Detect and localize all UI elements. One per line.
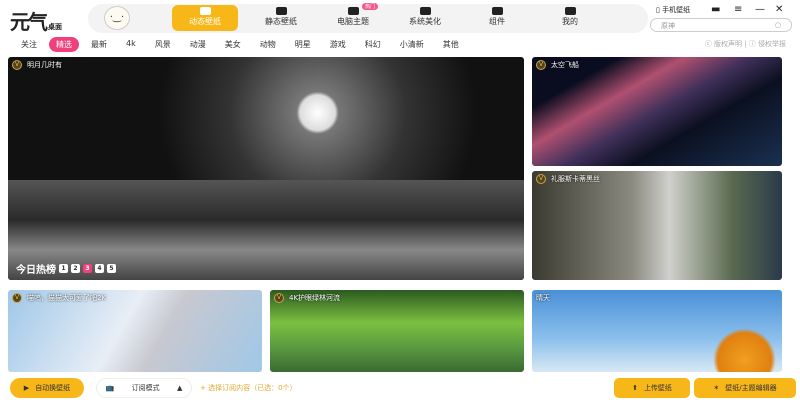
page-button[interactable]: 5 <box>107 264 116 273</box>
tv-icon: 📺 <box>105 384 115 392</box>
auto-change-button[interactable]: ▶ 自动换壁纸 <box>10 378 84 398</box>
select-subscription-link[interactable]: + 选择订阅内容（已选：0个） <box>200 378 297 398</box>
copyright-links: ⓒ 版权声明 | ⓘ 侵权举报 <box>704 40 786 48</box>
category-item[interactable]: 4k <box>119 37 143 52</box>
editor-button[interactable]: ✶ 壁纸/主题编辑器 <box>694 378 796 398</box>
gear-icon <box>419 7 431 15</box>
page-button[interactable]: 4 <box>95 264 104 273</box>
close-icon[interactable]: ✕ <box>775 4 783 15</box>
mobile-wallpaper-button[interactable]: ▯ 手机壁纸 <box>656 5 690 15</box>
hot-badge: 热门 <box>361 3 378 10</box>
page-button[interactable]: 1 <box>59 264 68 273</box>
hot-ranking: 今日热榜 12345 <box>16 261 116 276</box>
app-logo: 元气 桌面 <box>10 10 62 34</box>
widget-icon <box>491 7 503 15</box>
category-item[interactable]: 风景 <box>148 37 178 52</box>
category-item[interactable]: 最新 <box>84 37 114 52</box>
category-item[interactable]: 科幻 <box>358 37 388 52</box>
play-icon: ▶ <box>23 384 30 392</box>
category-item[interactable]: 明星 <box>288 37 318 52</box>
vip-icon: V <box>12 293 22 303</box>
wallpaper-tile[interactable]: 晴天 <box>532 290 782 372</box>
wallpaper-tile[interactable]: V 4K护眼绿林河流 <box>270 290 524 372</box>
avatar[interactable]: ·‿· <box>104 6 130 30</box>
hot-label: 今日热榜 <box>16 265 56 276</box>
tile-title: 4K护眼绿林河流 <box>289 294 341 302</box>
play-icon <box>199 7 211 15</box>
tab-dynamic-wallpaper[interactable]: 动态壁纸 <box>172 5 238 31</box>
user-icon <box>564 7 576 15</box>
category-item[interactable]: 动物 <box>253 37 283 52</box>
tab-widgets[interactable]: 组件 <box>464 5 530 31</box>
upload-wallpaper-button[interactable]: ⬆ 上传壁纸 <box>614 378 690 398</box>
subscription-mode-select[interactable]: 📺 订阅模式 ▲ <box>96 378 192 398</box>
menu-icon[interactable]: ≡ <box>734 4 742 15</box>
category-item[interactable]: 其他 <box>436 37 466 52</box>
image-icon <box>275 7 287 15</box>
upload-icon: ⬆ <box>632 384 638 392</box>
tile-title: 太空飞船 <box>551 61 579 69</box>
page-button[interactable]: 2 <box>71 264 80 273</box>
vip-icon: V <box>536 60 546 70</box>
magic-wand-icon: ✶ <box>713 384 720 392</box>
category-item[interactable]: 美女 <box>218 37 248 52</box>
wallpaper-tile-featured[interactable]: V 明月几时有 今日热榜 12345 <box>8 57 524 280</box>
tab-theme[interactable]: 电脑主题 热门 <box>320 3 386 31</box>
minimize-icon[interactable]: — <box>755 4 765 15</box>
category-item[interactable]: 小清新 <box>393 37 431 52</box>
chevron-up-icon: ▲ <box>176 384 183 392</box>
wallpaper-tile[interactable]: V 太空飞船 <box>532 57 782 166</box>
shirt-icon <box>347 7 359 15</box>
vip-icon: V <box>536 174 546 184</box>
skin-icon[interactable]: ▬ <box>711 4 720 15</box>
category-item[interactable]: 游戏 <box>323 37 353 52</box>
search-icon[interactable]: ○ <box>775 21 781 29</box>
tab-beautify[interactable]: 系统美化 <box>392 5 458 31</box>
category-item[interactable]: 关注 <box>14 37 44 52</box>
vip-icon: V <box>12 60 22 70</box>
vip-icon: V <box>274 293 284 303</box>
search-input[interactable]: 原神 ○ <box>650 18 792 32</box>
tile-title: 明月几时有 <box>27 61 62 69</box>
tab-static-wallpaper[interactable]: 静态壁纸 <box>248 5 314 31</box>
tile-title: 晴天 <box>536 294 550 302</box>
wallpaper-tile[interactable]: V 礼服斯卡蒂黑丝 <box>532 171 782 280</box>
tab-mine[interactable]: 我的 <box>537 5 603 31</box>
tile-title: 礼服斯卡蒂黑丝 <box>551 175 600 183</box>
tile-title: 喵呜，猫猫太可爱了吧2K <box>27 294 107 302</box>
category-item[interactable]: 动漫 <box>183 37 213 52</box>
report-link[interactable]: ⓘ 侵权举报 <box>749 40 786 48</box>
category-bar: 关注 精选 最新 4k 风景 动漫 美女 动物 明星 游戏 科幻 小清新 其他 <box>14 37 471 52</box>
category-item[interactable]: 精选 <box>49 37 79 52</box>
page-button[interactable]: 3 <box>83 264 92 273</box>
wallpaper-tile[interactable]: V 喵呜，猫猫太可爱了吧2K <box>8 290 262 372</box>
copyright-link[interactable]: ⓒ 版权声明 <box>705 40 742 48</box>
